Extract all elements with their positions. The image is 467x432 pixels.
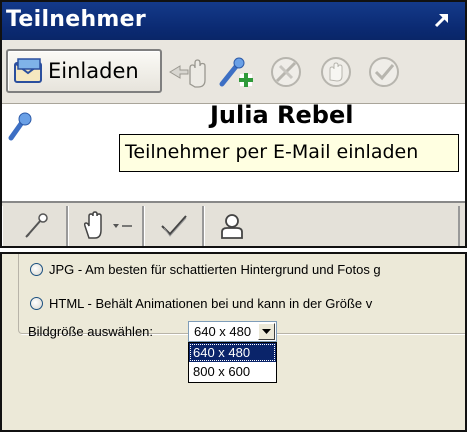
status-check-segment[interactable] — [144, 206, 204, 246]
radio-button-jpg[interactable] — [30, 263, 43, 276]
participants-panel: Teilnehmer Einladen Julia Rebel Teilnehm… — [0, 0, 467, 248]
presenter-microphone-icon — [8, 112, 32, 141]
remove-participant-icon[interactable] — [266, 54, 306, 90]
radio-option-jpg[interactable]: JPG - Am besten für schattierten Hinterg… — [30, 262, 381, 277]
hand-dropdown-icon — [83, 211, 132, 239]
radio-button-html[interactable] — [30, 297, 43, 310]
status-hand-dropdown[interactable] — [68, 206, 144, 246]
status-user-segment[interactable] — [204, 206, 460, 246]
image-size-option-800[interactable]: 800 x 600 — [189, 362, 276, 381]
panel-title-bar: Teilnehmer — [2, 2, 465, 40]
export-options-panel: JPG - Am besten für schattierten Hinterg… — [0, 252, 467, 432]
participant-list: Julia Rebel Teilnehmer per E-Mail einlad… — [2, 101, 465, 201]
radio-label-jpg: JPG - Am besten für schattierten Hinterg… — [49, 262, 381, 277]
participant-name: Julia Rebel — [210, 101, 354, 129]
participants-toolbar: Einladen — [2, 40, 465, 104]
pen-tool-icon — [25, 213, 48, 238]
invite-envelope-icon — [14, 58, 42, 83]
image-size-dropdown-list: 640 x 480 800 x 600 — [188, 342, 277, 383]
approve-check-icon[interactable] — [364, 54, 404, 90]
image-size-select[interactable]: 640 x 480 — [188, 321, 277, 342]
invite-button[interactable]: Einladen — [6, 49, 162, 93]
image-size-label: Bildgröße auswählen: — [28, 324, 154, 339]
radio-option-html[interactable]: HTML - Behält Animationen bei und kann i… — [30, 296, 372, 311]
panel-title: Teilnehmer — [6, 7, 147, 32]
expand-arrow-icon[interactable] — [433, 11, 451, 29]
radio-label-html: HTML - Behält Animationen bei und kann i… — [49, 296, 373, 311]
status-check-icon — [161, 215, 187, 237]
image-size-value: 640 x 480 — [194, 324, 252, 339]
image-size-option-640[interactable]: 640 x 480 — [189, 343, 276, 362]
add-participant-icon[interactable] — [216, 54, 256, 90]
status-tool-segment[interactable] — [2, 206, 68, 246]
user-icon — [221, 214, 243, 239]
invite-button-label: Einladen — [48, 59, 139, 83]
raise-hand-icon[interactable] — [316, 54, 356, 90]
pass-presenter-icon[interactable] — [168, 54, 208, 90]
invite-tooltip: Teilnehmer per E-Mail einladen — [119, 134, 459, 172]
chevron-down-icon[interactable] — [258, 323, 275, 340]
participant-status-bar — [2, 201, 465, 246]
